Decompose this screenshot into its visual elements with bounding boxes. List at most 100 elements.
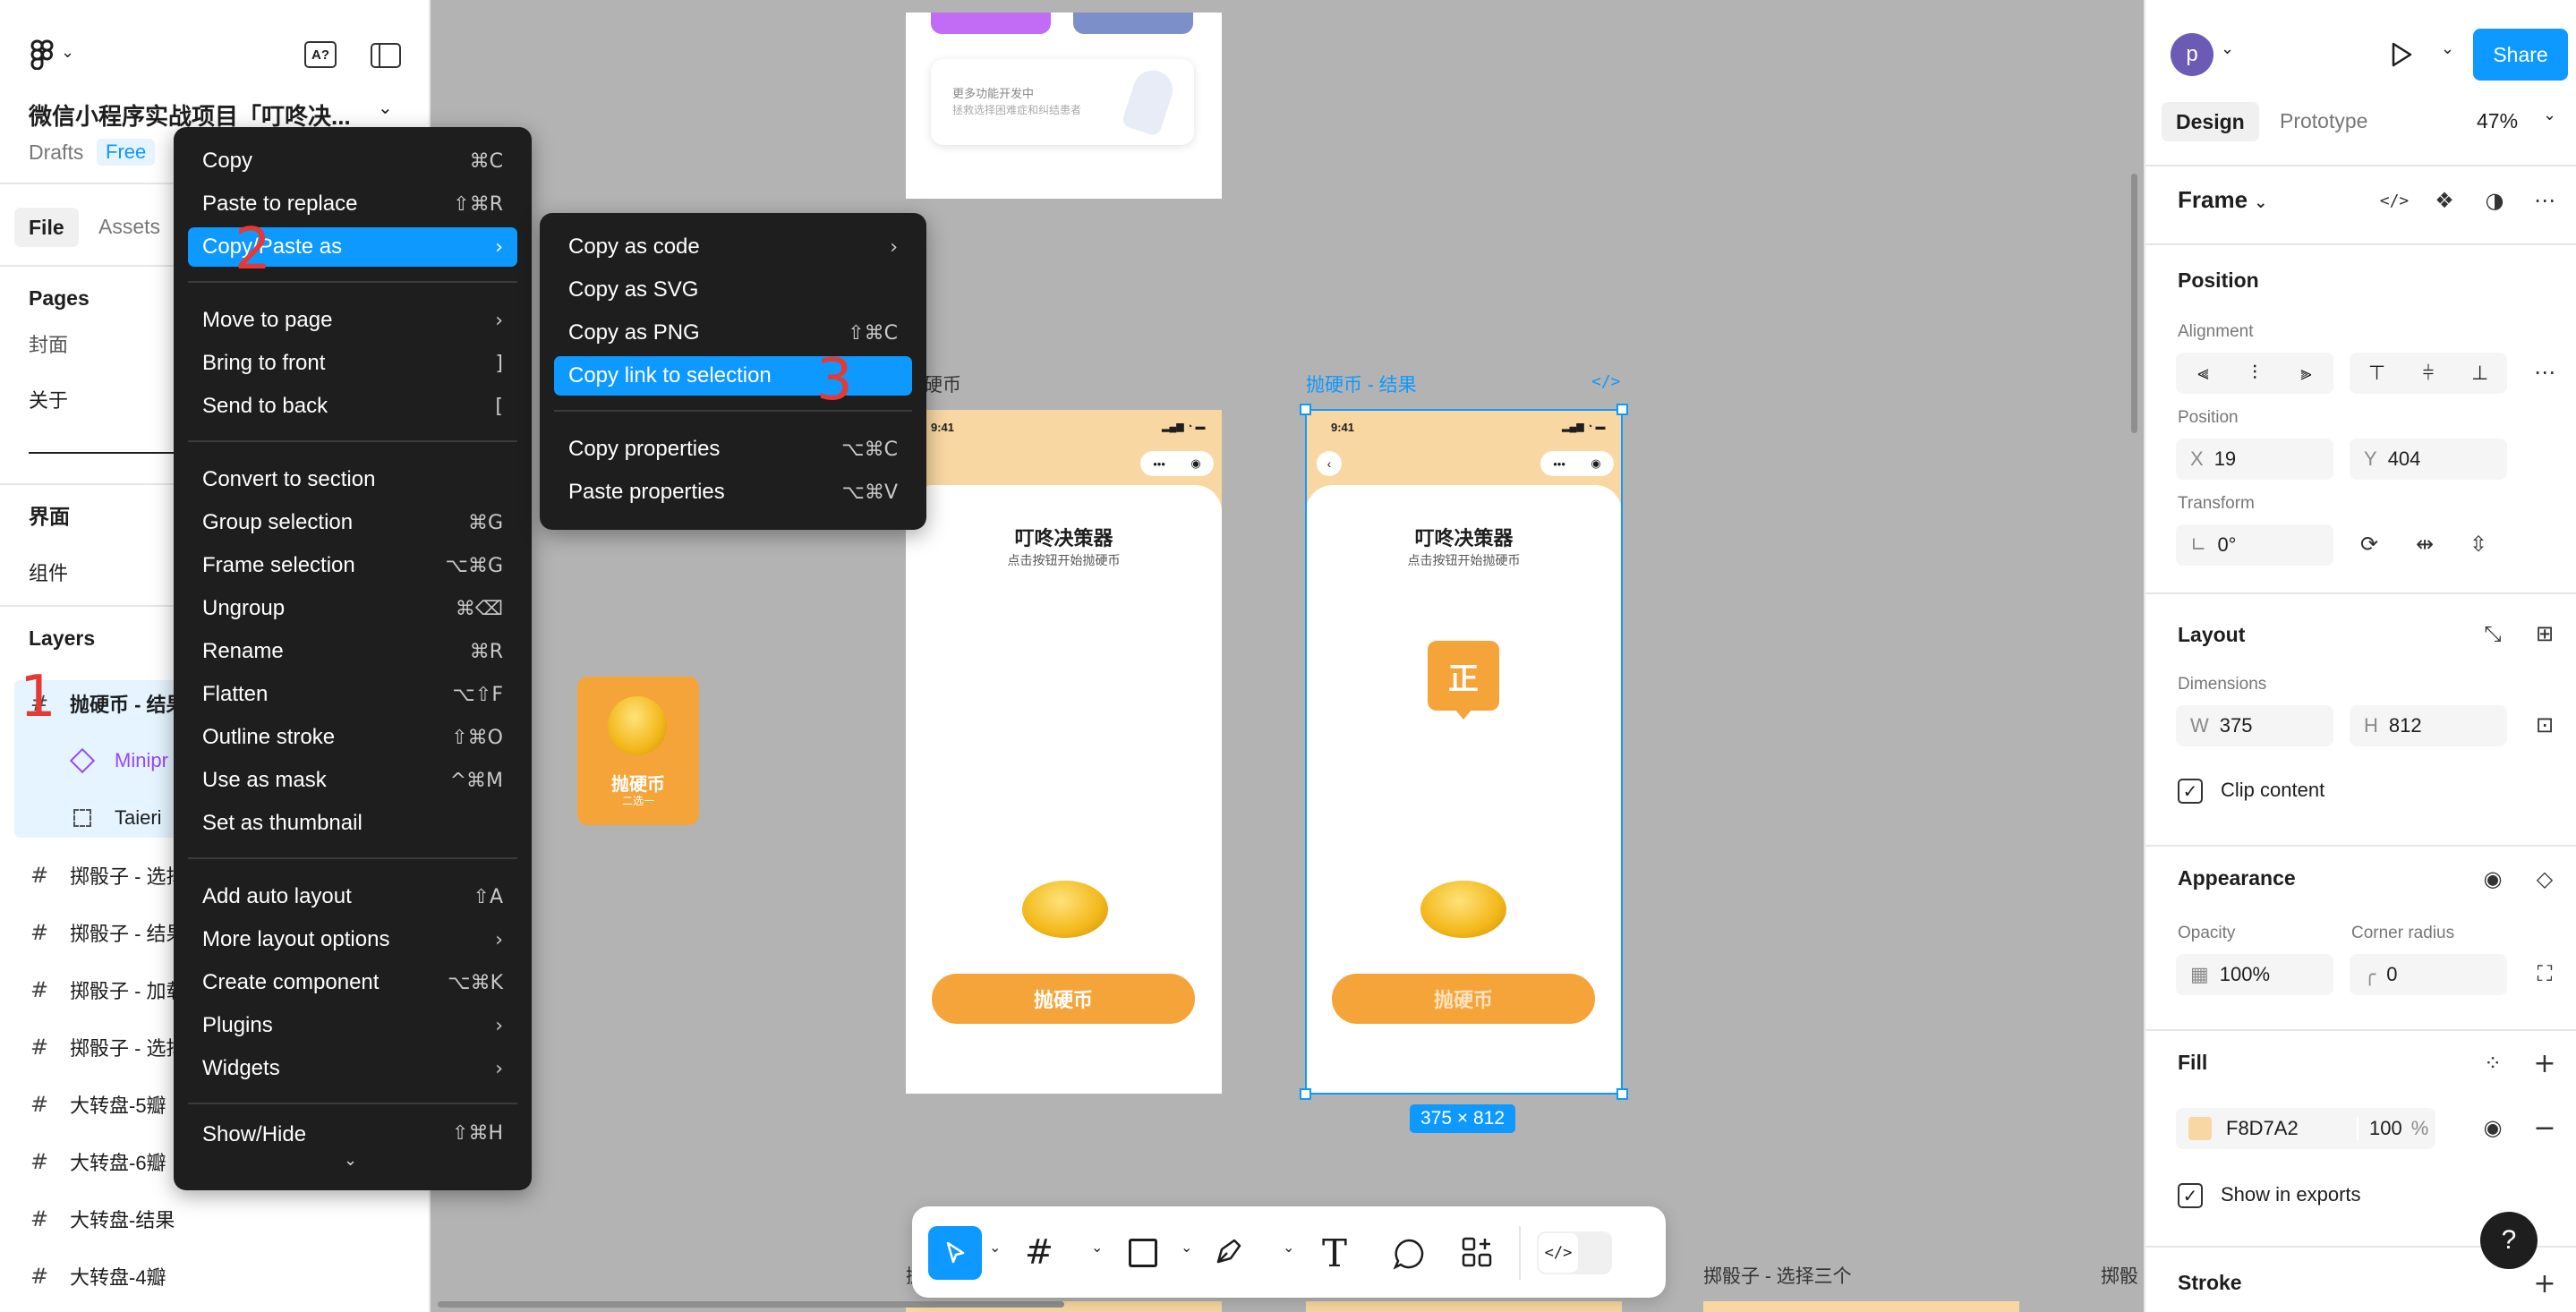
- frame-label[interactable]: 硬币: [924, 371, 961, 397]
- layer-item[interactable]: # 大转盘-结果: [0, 1194, 431, 1244]
- fill-field[interactable]: F8D7A2 100 %: [2176, 1108, 2435, 1149]
- auto-layout-icon[interactable]: ⊞: [2525, 614, 2564, 653]
- coin-tile[interactable]: 抛硬币 二选一: [577, 677, 699, 825]
- help-button[interactable]: ?: [2480, 1212, 2538, 1269]
- phone-frame[interactable]: 9:41 ▂▄▆ ◔ ▬ ••• ◉ 叮咚决策器 点击按钮开始抛硬币 抛硬币: [906, 410, 1222, 1094]
- tab-design[interactable]: Design: [2162, 102, 2259, 141]
- individual-corners-icon[interactable]: ⛶: [2525, 954, 2564, 993]
- menu-item-plugins[interactable]: Plugins ›: [188, 1006, 517, 1045]
- menu-item-copy-as-code[interactable]: Copy as code ›: [554, 227, 912, 267]
- toss-button[interactable]: 抛硬币: [932, 974, 1195, 1024]
- menu-item-widgets[interactable]: Widgets ›: [188, 1049, 517, 1088]
- code-icon[interactable]: </>: [1591, 372, 1621, 391]
- page-item[interactable]: 关于: [29, 385, 68, 413]
- align-right-icon[interactable]: ⫸: [2300, 362, 2311, 385]
- frame-tool-icon[interactable]: #: [1025, 1235, 1053, 1269]
- rotate-icon[interactable]: ⟳: [2350, 524, 2389, 564]
- pen-tool-icon[interactable]: [1211, 1233, 1247, 1274]
- resize-handle[interactable]: [1300, 404, 1311, 415]
- frame-type-dropdown[interactable]: Frame ⌄: [2178, 186, 2267, 214]
- actions-tool-icon[interactable]: [1460, 1235, 1496, 1275]
- clip-content-checkbox[interactable]: ✓: [2178, 779, 2203, 804]
- add-icon[interactable]: +: [2525, 1264, 2564, 1303]
- zoom-level[interactable]: 47%: [2477, 109, 2518, 133]
- x-field[interactable]: X 19: [2176, 439, 2333, 480]
- menu-item-group-selection[interactable]: Group selection ⌘G: [188, 503, 517, 542]
- styles-icon[interactable]: ⁘: [2473, 1044, 2512, 1083]
- align-middle-icon[interactable]: ⫩: [2423, 362, 2435, 385]
- flip-vertical-icon[interactable]: ⇳: [2459, 524, 2498, 564]
- rotation-field[interactable]: ∟ 0°: [2176, 524, 2333, 566]
- resize-handle[interactable]: [1616, 404, 1628, 415]
- chevron-down-icon[interactable]: ⌄: [1181, 1239, 1192, 1256]
- code-icon[interactable]: </>: [2375, 181, 2414, 220]
- chevron-down-icon[interactable]: ⌄: [2221, 39, 2234, 58]
- scroll-down-chevron-icon[interactable]: ⌄: [344, 1151, 357, 1170]
- align-top-icon[interactable]: ⊤: [2368, 362, 2385, 385]
- tab-file[interactable]: File: [14, 208, 79, 247]
- flip-horizontal-icon[interactable]: ⇹: [2405, 524, 2444, 564]
- align-bottom-icon[interactable]: ⊥: [2471, 362, 2488, 385]
- menu-item-copy-as-svg[interactable]: Copy as SVG: [554, 270, 912, 310]
- menu-item-flatten[interactable]: Flatten ⌥⇧F: [188, 675, 517, 714]
- resize-to-fit-icon[interactable]: ⊡: [2525, 705, 2564, 745]
- chevron-down-icon[interactable]: ⌄: [2543, 106, 2556, 124]
- play-icon[interactable]: [2389, 41, 2414, 72]
- chevron-down-icon[interactable]: ⌄: [2441, 39, 2454, 58]
- menu-item-outline-stroke[interactable]: Outline stroke ⇧⌘O: [188, 718, 517, 757]
- tab-assets[interactable]: Assets: [98, 215, 160, 239]
- canvas[interactable]: 更多功能开发中 拯救选择困难症和纠结患者 硬币 抛硬币 - 结果 </> 9:4…: [432, 13, 2142, 1312]
- horizontal-scrollbar[interactable]: [438, 1301, 1064, 1308]
- chevron-down-icon[interactable]: ⌄: [61, 43, 74, 62]
- figma-logo-icon[interactable]: [29, 39, 55, 71]
- menu-item-set-as-thumbnail[interactable]: Set as thumbnail: [188, 804, 517, 843]
- page-item[interactable]: 封面: [29, 329, 68, 358]
- top-frame[interactable]: 更多功能开发中 拯救选择困难症和纠结患者: [906, 13, 1222, 199]
- menu-item-move-to-page[interactable]: Move to page ›: [188, 301, 517, 340]
- rectangle-tool-icon[interactable]: [1129, 1239, 1157, 1267]
- menu-item-use-as-mask[interactable]: Use as mask ^⌘M: [188, 761, 517, 800]
- add-icon[interactable]: +: [2525, 1044, 2564, 1083]
- menu-item-send-to-back[interactable]: Send to back[: [188, 387, 517, 426]
- opacity-field[interactable]: ▦ 100%: [2176, 954, 2333, 995]
- align-center-icon[interactable]: ⫶: [2252, 362, 2257, 385]
- menu-item-frame-selection[interactable]: Frame selection ⌥⌘G: [188, 546, 517, 585]
- comment-tool-icon[interactable]: [1392, 1237, 1426, 1275]
- menu-item-show-hide[interactable]: Show/Hide ⇧⌘H: [188, 1122, 517, 1149]
- eye-icon[interactable]: ◉: [2473, 1108, 2512, 1147]
- avatar[interactable]: p: [2171, 33, 2213, 76]
- menu-item-paste-properties[interactable]: Paste properties ⌥⌘V: [554, 473, 912, 512]
- layer-item[interactable]: # 大转盘-4瓣: [0, 1251, 431, 1301]
- move-tool-icon[interactable]: [928, 1226, 982, 1280]
- menu-item-copy-link-to-selection[interactable]: Copy link to selection: [554, 356, 912, 396]
- eye-icon[interactable]: ◉: [2473, 859, 2512, 899]
- menu-item-copy-properties[interactable]: Copy properties ⌥⌘C: [554, 430, 912, 469]
- sidebar-toggle-icon[interactable]: [371, 43, 401, 68]
- chevron-down-icon[interactable]: ⌄: [989, 1239, 1001, 1256]
- vertical-scrollbar[interactable]: [2131, 174, 2137, 433]
- menu-item-bring-to-front[interactable]: Bring to front]: [188, 344, 517, 383]
- menu-item-more-layout-options[interactable]: More layout options ›: [188, 920, 517, 959]
- page-item[interactable]: 组件: [29, 558, 68, 586]
- menu-item-create-component[interactable]: Create component ⌥⌘K: [188, 963, 517, 1002]
- ui3-toggle-icon[interactable]: A?: [304, 41, 337, 68]
- dev-mode-toggle-icon[interactable]: </>: [1537, 1231, 1612, 1274]
- fill-swatch[interactable]: [2188, 1117, 2212, 1140]
- tab-prototype[interactable]: Prototype: [2280, 109, 2367, 133]
- chevron-down-icon[interactable]: ⌄: [1283, 1239, 1294, 1256]
- frame-label[interactable]: 掷骰子 - 选择三个: [1703, 1262, 1852, 1289]
- component-icon[interactable]: ❖: [2425, 181, 2464, 220]
- y-field[interactable]: Y 404: [2350, 439, 2507, 480]
- menu-item-copy-as-png[interactable]: Copy as PNG ⇧⌘C: [554, 313, 912, 353]
- height-field[interactable]: H 812: [2350, 705, 2507, 746]
- show-in-exports-checkbox[interactable]: ✓: [2178, 1183, 2203, 1208]
- page-item[interactable]: 界面: [29, 499, 70, 530]
- partial-frame[interactable]: [1306, 1301, 1622, 1312]
- frame-label-selected[interactable]: 抛硬币 - 结果: [1306, 371, 1417, 397]
- menu-item-ungroup[interactable]: Ungroup ⌘⌫: [188, 589, 517, 628]
- menu-item-copy[interactable]: Copy ⌘C: [188, 141, 517, 181]
- file-title-chevron-icon[interactable]: ⌄: [378, 97, 393, 118]
- more-icon[interactable]: ⋯: [2525, 181, 2564, 220]
- drafts-link[interactable]: Drafts: [29, 141, 83, 165]
- align-left-icon[interactable]: ⫷: [2197, 362, 2208, 385]
